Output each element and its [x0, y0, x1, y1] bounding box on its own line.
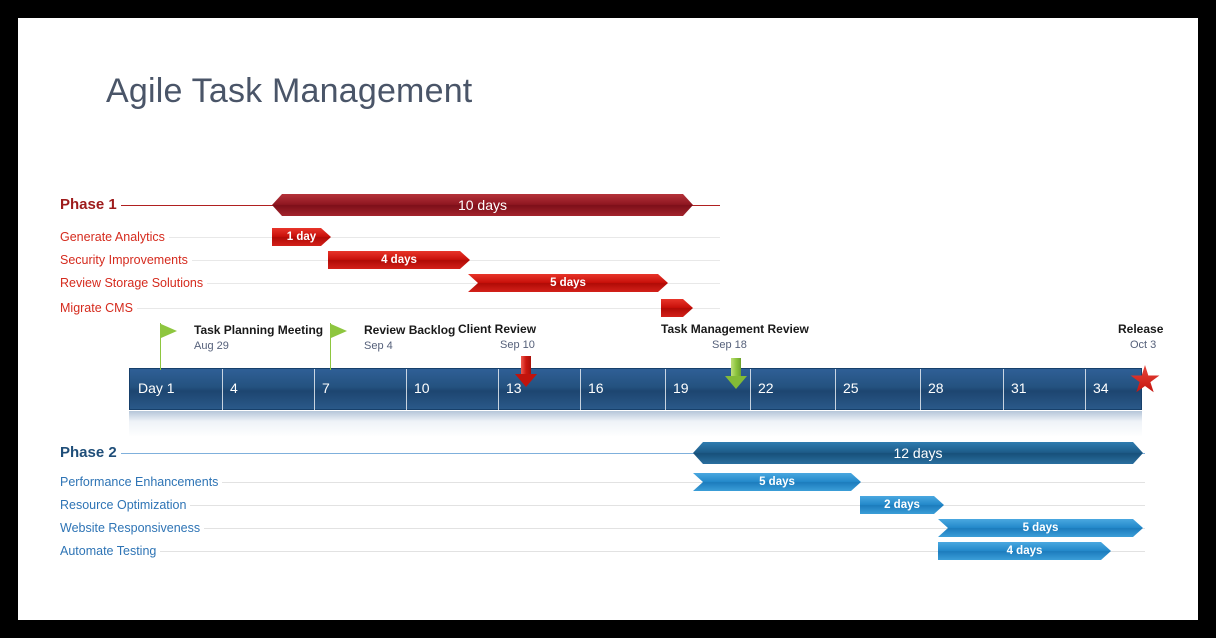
row-leader-line	[60, 482, 1145, 483]
phase-label-phase-2: Phase 2	[60, 442, 121, 464]
milestone-name: Task Management Review	[661, 322, 809, 336]
task-row-website-responsiveness[interactable]: Website Responsiveness 5 days	[18, 517, 1198, 539]
task-bar-label: 4 days	[381, 254, 417, 266]
tick-label-10: 31	[1011, 380, 1027, 396]
task-label-automate-testing: Automate Testing	[60, 540, 161, 562]
tick-label-5: 16	[588, 380, 604, 396]
timeline-bar[interactable]: Day 1 4 7 10 13 16 19 22 25 28 31 34	[129, 368, 1142, 411]
task-bar-website-responsiveness[interactable]: 5 days	[938, 519, 1143, 537]
task-bar-automate-testing[interactable]: 4 days	[938, 542, 1111, 560]
red-down-arrow-head-icon	[515, 374, 537, 387]
green-down-arrow-icon	[731, 358, 741, 376]
green-flag-icon	[161, 324, 177, 338]
task-label-performance-enhancements: Performance Enhancements	[60, 471, 223, 493]
milestone-date: Sep 18	[712, 339, 747, 351]
task-bar-resource-optimization[interactable]: 2 days	[860, 496, 944, 514]
summary-bar-phase-2[interactable]: 12 days	[693, 442, 1143, 464]
row-leader-line	[60, 505, 1145, 506]
milestone-name: Release	[1118, 322, 1164, 336]
task-bar-label: 5 days	[759, 476, 795, 488]
task-label-website-responsiveness: Website Responsiveness	[60, 517, 205, 539]
tick-label-7: 22	[758, 380, 774, 396]
milestone-name: Task Planning Meeting	[194, 323, 324, 337]
timeline-reflection	[129, 411, 1142, 437]
green-flag-icon	[331, 324, 347, 338]
task-label-resource-optimization: Resource Optimization	[60, 494, 191, 516]
tick-label-0: Day 1	[138, 380, 175, 396]
task-bar-label: 5 days	[1022, 522, 1059, 534]
tick-label-2: 7	[322, 380, 330, 396]
tick-label-3: 10	[414, 380, 430, 396]
milestone-date: Sep 10	[500, 339, 535, 351]
slide-canvas: Agile Task Management Phase 1 10 days Ge…	[18, 18, 1198, 620]
task-bar-performance-enhancements[interactable]: 5 days	[693, 473, 861, 491]
task-bar-generate-analytics[interactable]: 1 day	[272, 228, 331, 246]
task-label-generate-analytics: Generate Analytics	[60, 226, 169, 248]
task-bar-security-improvements[interactable]: 4 days	[328, 251, 470, 269]
task-bar-label: 1 day	[286, 231, 317, 243]
milestone-name: Client Review	[458, 322, 537, 336]
summary-bar-phase-1[interactable]: 10 days	[272, 194, 693, 216]
task-row-resource-optimization[interactable]: Resource Optimization 2 days	[18, 494, 1198, 516]
milestone-date: Aug 29	[194, 340, 229, 352]
task-bar-review-storage-solutions[interactable]: 5 days	[468, 274, 668, 292]
task-row-performance-enhancements[interactable]: Performance Enhancements 5 days	[18, 471, 1198, 493]
row-leader-line	[60, 308, 720, 309]
tick-label-8: 25	[843, 380, 859, 396]
milestone-date: Oct 3	[1130, 339, 1157, 351]
tick-label-11: 34	[1093, 380, 1109, 396]
phase-row-phase-2[interactable]: Phase 2 12 days	[18, 442, 1198, 464]
task-label-migrate-cms: Migrate CMS	[60, 297, 137, 319]
tick-label-6: 19	[673, 380, 689, 396]
milestone-date: Sep 4	[364, 340, 393, 352]
summary-bar-label: 12 days	[893, 445, 943, 461]
tick-label-9: 28	[928, 380, 944, 396]
phase-label-phase-1: Phase 1	[60, 194, 121, 216]
task-bar-label: 2 days	[884, 499, 920, 511]
task-bar-label: 4 days	[1006, 545, 1043, 557]
task-label-review-storage-solutions: Review Storage Solutions	[60, 272, 208, 294]
summary-bar-label: 10 days	[457, 197, 508, 213]
task-row-automate-testing[interactable]: Automate Testing 4 days	[18, 540, 1198, 562]
green-down-arrow-head-icon	[725, 376, 747, 389]
tick-label-1: 4	[230, 380, 238, 396]
red-down-arrow-icon	[521, 356, 531, 374]
task-bar-label: 5 days	[550, 277, 586, 289]
milestone-name: Review Backlog	[364, 323, 456, 337]
task-label-security-improvements: Security Improvements	[60, 249, 192, 271]
